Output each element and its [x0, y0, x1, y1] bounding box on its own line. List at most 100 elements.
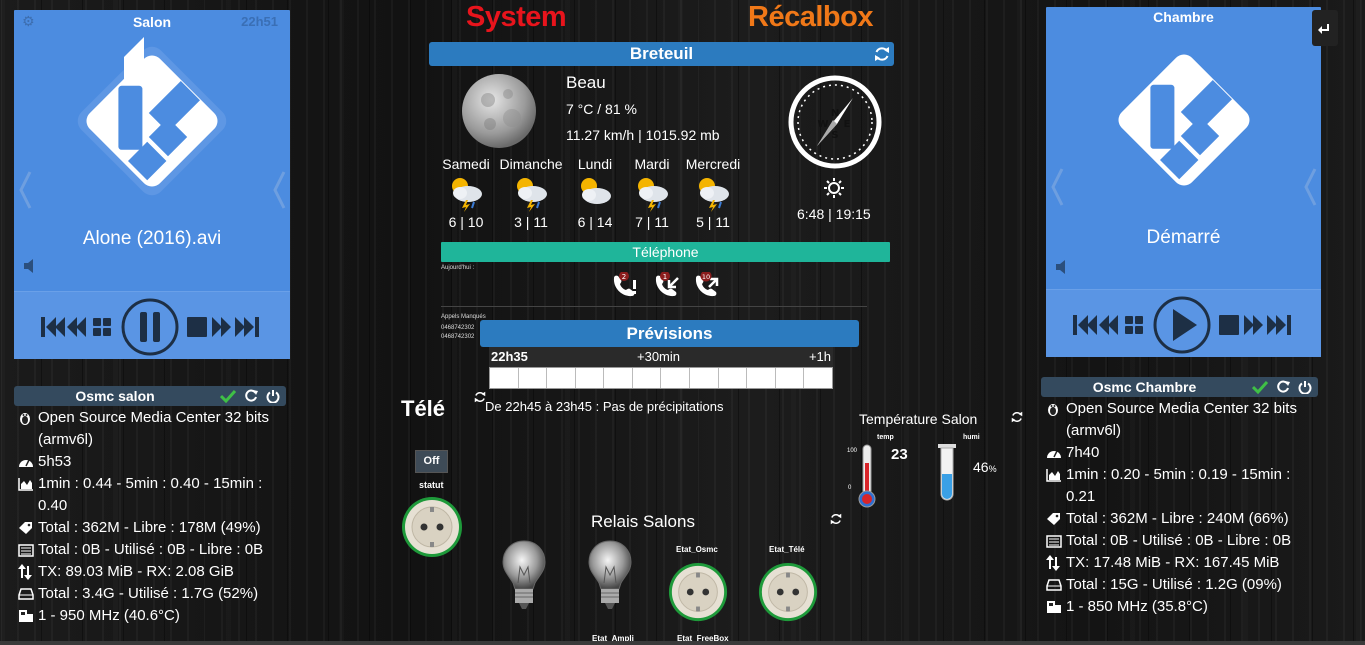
temp-value: 23 [891, 446, 908, 463]
tele-statut-label: statut [419, 480, 444, 490]
forecast-day-temps: 7 | 11 [635, 214, 669, 230]
info-network: TX: 17.48 MiB - RX: 167.45 MiB [1066, 554, 1280, 571]
power-icon[interactable] [266, 389, 280, 403]
sunrise-sunset: 6:48 | 19:15 [797, 206, 871, 222]
info-row-load: 1min : 0.44 - 5min : 0.40 - 15min : 0.40 [18, 473, 286, 517]
chevron-left-icon[interactable] [18, 170, 32, 210]
tele-title: Télé [401, 396, 446, 421]
info-row-cpu: 1 - 950 MHz (40.6°C) [18, 605, 286, 627]
scale-bottom: 0 [848, 485, 852, 491]
check-icon[interactable] [1252, 380, 1268, 394]
info-row-memory: Total : 362M - Libre : 240M (66%) [1046, 508, 1318, 530]
volume-icon[interactable] [1055, 259, 1071, 275]
refresh-icon[interactable] [1011, 411, 1023, 423]
outgoing-call-icon[interactable]: 10 [692, 272, 722, 302]
incoming-call-icon[interactable]: 1 [652, 272, 682, 302]
kodi-chambre-controls [1046, 289, 1321, 357]
refresh-icon[interactable] [1276, 380, 1290, 394]
kodi-salon-time: 22h51 [241, 14, 278, 29]
horizontal-scrollbar[interactable] [0, 641, 1365, 645]
forecast-day-name: Samedi [442, 156, 490, 172]
info-cpu: 1 - 950 MHz (40.6°C) [38, 607, 180, 624]
info-memory: Total : 362M - Libre : 240M (66%) [1066, 510, 1289, 527]
weather-temp-hum: 7 °C / 81 % [566, 101, 637, 117]
outgoing-count: 10 [702, 273, 710, 281]
humi-label: humi [963, 434, 980, 441]
kodi-chambre-card: Chambre Démarré [1046, 7, 1321, 357]
humi-value: 46% [973, 459, 997, 475]
info-memory: Total : 362M - Libre : 178M (49%) [38, 519, 261, 536]
outlet-icon[interactable] [667, 561, 729, 623]
tag-icon [1047, 513, 1060, 525]
check-icon[interactable] [220, 389, 236, 403]
info-disk: Total : 3.4G - Utilisé : 1.7G (52%) [38, 585, 259, 602]
svg-text:N: N [831, 108, 839, 119]
temp-label: temp [877, 434, 894, 441]
play-icon[interactable] [1153, 296, 1210, 354]
humi-number: 46 [973, 459, 989, 475]
skip-forward-icon[interactable] [1266, 315, 1291, 335]
chevron-left-icon[interactable] [1050, 167, 1064, 207]
info-swap: Total : 0B - Utilisé : 0B - Libre : 0B [1066, 532, 1292, 549]
previsions-text: De 22h45 à 23h45 : Pas de précipitations [485, 399, 724, 414]
rewind-icon[interactable] [1098, 315, 1118, 335]
volume-icon[interactable] [23, 258, 39, 274]
back-button[interactable] [1312, 10, 1338, 46]
return-arrow-icon [1318, 24, 1329, 34]
weather-condition: Beau [566, 73, 606, 92]
storm-cloud-icon [452, 178, 482, 212]
power-icon[interactable] [1298, 380, 1312, 394]
phone-today-label: Aujourd'hui : [441, 265, 475, 271]
refresh-icon[interactable] [830, 513, 842, 525]
refresh-icon[interactable] [244, 389, 258, 403]
info-uptime: 5h53 [38, 453, 72, 470]
hard-drive-icon [18, 588, 34, 600]
osmc-salon-info: Open Source Media Center 32 bits (armv6l… [18, 407, 286, 627]
forecast-day-name: Mercredi [685, 156, 741, 172]
info-os: Open Source Media Center 32 bits (armv6l… [38, 409, 269, 448]
recalbox-link[interactable]: Récalbox [748, 1, 873, 34]
info-load: 1min : 0.44 - 5min : 0.40 - 15min : 0.40 [38, 475, 263, 514]
stop-icon[interactable] [187, 317, 207, 337]
compass-icon: N S W E [788, 75, 882, 169]
outlet-icon[interactable] [757, 561, 819, 623]
chevron-right-icon[interactable] [1303, 167, 1317, 207]
phone-header: Téléphone [441, 242, 890, 262]
forecast-day: Dimanche 3 | 11 [495, 156, 567, 232]
info-row-uptime: 5h53 [18, 451, 286, 473]
rewind-icon[interactable] [67, 317, 86, 337]
skip-back-icon[interactable] [41, 317, 65, 337]
fast-forward-icon[interactable] [212, 317, 231, 337]
light-bulb-icon[interactable] [586, 539, 634, 611]
missed-call-number: 0468742302 [441, 325, 475, 331]
menu-grid-icon[interactable] [93, 318, 111, 336]
svg-text:W: W [817, 119, 828, 130]
skip-forward-icon[interactable] [235, 317, 259, 337]
forecast-day: Mercredi 5 | 11 [680, 156, 746, 232]
missed-call-icon[interactable]: 2 [610, 272, 640, 302]
stop-icon[interactable] [1218, 315, 1239, 335]
system-link[interactable]: System [466, 1, 567, 34]
incoming-count: 1 [663, 273, 667, 281]
info-row-disk: Total : 3.4G - Utilisé : 1.7G (52%) [18, 583, 286, 605]
forecast-day-name: Dimanche [499, 156, 563, 172]
kodi-logo-icon [77, 37, 227, 196]
chevron-right-icon[interactable] [272, 170, 286, 210]
list-box-icon [18, 544, 34, 557]
osmc-chambre-info: Open Source Media Center 32 bits (armv6l… [1046, 398, 1318, 618]
tag-icon [19, 522, 32, 534]
menu-grid-icon[interactable] [1124, 316, 1143, 334]
pause-icon[interactable] [121, 298, 179, 356]
tele-off-button[interactable]: Off [415, 450, 448, 473]
skip-back-icon[interactable] [1072, 315, 1097, 335]
fast-forward-icon[interactable] [1243, 315, 1263, 335]
previsions-header: Prévisions [480, 320, 859, 347]
info-row-memory: Total : 362M - Libre : 178M (49%) [18, 517, 286, 539]
previsions-timeline: 22h35 +30min +1h [489, 347, 833, 367]
refresh-icon[interactable] [874, 46, 890, 62]
light-bulb-icon[interactable] [500, 539, 548, 611]
forecast-day-name: Mardi [634, 156, 670, 172]
info-row-os: Open Source Media Center 32 bits (armv6l… [18, 407, 286, 451]
outlet-icon[interactable] [400, 495, 464, 559]
storm-cloud-icon [638, 178, 668, 212]
